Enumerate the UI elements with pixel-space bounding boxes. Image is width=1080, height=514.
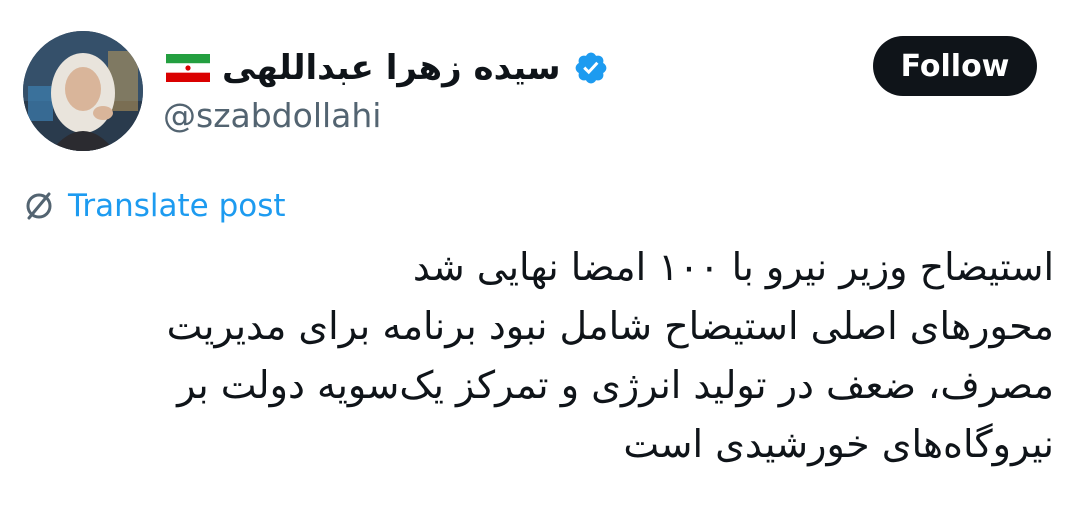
- translate-post-label: Translate post: [68, 188, 286, 224]
- translate-post-link[interactable]: Translate post: [22, 183, 286, 229]
- verified-badge-icon: [575, 52, 606, 84]
- author-name-row: سیده زهرا عبداللهی: [166, 38, 609, 98]
- author-handle[interactable]: @szabdollahi: [163, 96, 381, 135]
- post-text-line: محورهای اصلی استیضاح شامل نبود برنامه بر…: [166, 304, 1054, 348]
- avatar[interactable]: [23, 31, 143, 151]
- author-display-name[interactable]: سیده زهرا عبداللهی: [222, 48, 561, 88]
- follow-button[interactable]: Follow: [873, 36, 1037, 96]
- post-text-line: مصرف، ضعف در تولید انرژی و تمرکز یک‌سویه…: [177, 363, 1054, 407]
- post-text: استیضاح وزیر نیرو با ۱۰۰ امضا نهایی شد م…: [54, 238, 1054, 474]
- translate-globe-icon: [26, 192, 52, 220]
- iran-flag-icon: [166, 54, 210, 82]
- post-card: سیده زهرا عبداللهی @szabdollahi Follow T…: [0, 0, 1080, 514]
- post-text-line: نیروگاه‌های خورشیدی است: [623, 422, 1054, 466]
- post-text-line: استیضاح وزیر نیرو با ۱۰۰ امضا نهایی شد: [412, 245, 1054, 289]
- avatar-image: [23, 31, 143, 151]
